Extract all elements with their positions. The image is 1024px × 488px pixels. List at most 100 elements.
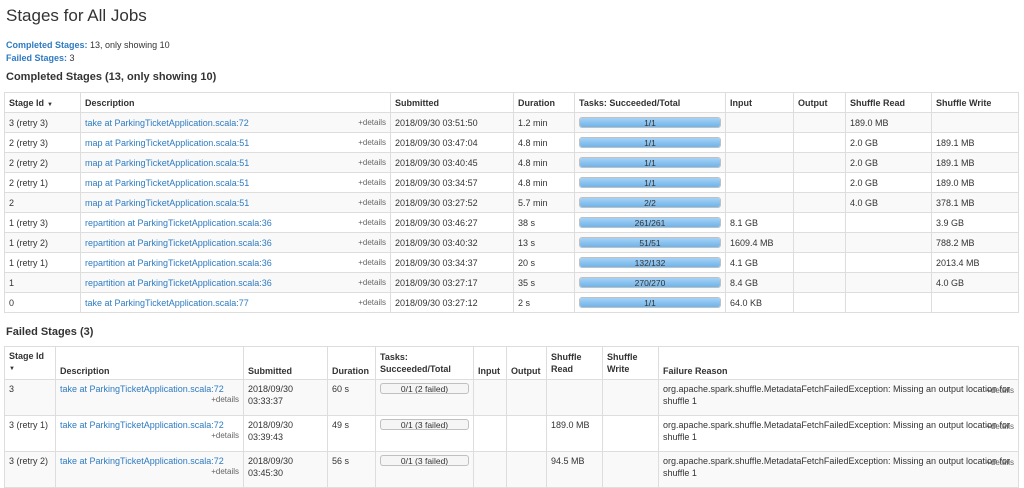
- description-cell: map at ParkingTicketApplication.scala:51…: [80, 152, 391, 173]
- details-toggle[interactable]: +details: [358, 218, 386, 227]
- task-progress-bar: 0/1 (3 failed): [380, 419, 469, 430]
- col-description[interactable]: Description: [80, 92, 391, 113]
- shuffle-write-cell: [602, 379, 659, 416]
- output-cell: [793, 152, 846, 173]
- submitted-cell: 2018/09/30 03:27:52: [390, 192, 514, 213]
- submitted-cell: 2018/09/30 03:46:27: [390, 212, 514, 233]
- shuffle-write-cell: [931, 112, 1019, 133]
- stage-summary: Completed Stages: 13, only showing 10 Fa…: [6, 39, 170, 65]
- duration-cell: 2 s: [513, 292, 575, 313]
- col-description[interactable]: Description: [55, 346, 244, 380]
- output-cell: [793, 172, 846, 193]
- tasks-cell: 2/2: [574, 192, 726, 213]
- details-toggle[interactable]: +details: [358, 298, 386, 307]
- failed-stages-count: 3: [69, 53, 75, 63]
- tasks-cell: 1/1: [574, 132, 726, 153]
- col-stage-id[interactable]: Stage Id ▼: [4, 92, 81, 113]
- completed-stages-count: 13, only showing 10: [90, 40, 170, 50]
- stage-description-link[interactable]: map at ParkingTicketApplication.scala:51: [85, 198, 249, 208]
- shuffle-read-cell: [845, 272, 932, 293]
- stage-description-link[interactable]: take at ParkingTicketApplication.scala:7…: [85, 118, 249, 128]
- failed-stages-table: Stage Id ▼ Description Submitted Duration…: [4, 346, 1019, 488]
- completed-stages-heading: Completed Stages (13, only showing 10): [6, 71, 217, 83]
- submitted-time: 03:33:37: [248, 396, 284, 406]
- details-toggle[interactable]: +details: [358, 138, 386, 147]
- completed-stages-link[interactable]: Completed Stages:: [6, 40, 88, 50]
- input-cell: 4.1 GB: [725, 252, 794, 273]
- task-progress-label: 1/1: [644, 178, 656, 188]
- stage-description-link[interactable]: repartition at ParkingTicketApplication.…: [85, 218, 272, 228]
- details-toggle[interactable]: +details: [60, 395, 239, 405]
- stage-description-link[interactable]: repartition at ParkingTicketApplication.…: [85, 238, 272, 248]
- input-cell: 8.4 GB: [725, 272, 794, 293]
- col-submitted[interactable]: Submitted: [243, 346, 328, 380]
- details-toggle[interactable]: +details: [358, 278, 386, 287]
- shuffle-write-cell: [602, 451, 659, 488]
- input-cell: [473, 415, 507, 452]
- details-toggle[interactable]: +details: [358, 198, 386, 207]
- details-toggle[interactable]: +details: [358, 238, 386, 247]
- col-failure-reason[interactable]: Failure Reason: [658, 346, 1019, 380]
- failure-reason-cell: org.apache.spark.shuffle.MetadataFetchFa…: [658, 451, 1019, 488]
- output-cell: [793, 112, 846, 133]
- shuffle-write-cell: 4.0 GB: [931, 272, 1019, 293]
- submitted-date: 2018/09/30: [248, 384, 294, 394]
- output-cell: [793, 232, 846, 253]
- stage-id-cell: 2 (retry 2): [4, 152, 81, 173]
- stage-description-link[interactable]: take at ParkingTicketApplication.scala:7…: [85, 298, 249, 308]
- stage-description-link[interactable]: map at ParkingTicketApplication.scala:51: [85, 158, 249, 168]
- stage-description-link[interactable]: take at ParkingTicketApplication.scala:7…: [60, 456, 224, 466]
- tasks-cell: 270/270: [574, 272, 726, 293]
- shuffle-write-cell: [602, 415, 659, 452]
- table-row: 0 take at ParkingTicketApplication.scala:…: [4, 292, 1019, 313]
- col-shuffle-read[interactable]: Shuffle Read: [845, 92, 932, 113]
- details-toggle[interactable]: +details: [358, 118, 386, 127]
- details-toggle[interactable]: +details: [358, 178, 386, 187]
- col-shuffle-read[interactable]: Shuffle Read: [546, 346, 603, 380]
- shuffle-read-cell: [845, 232, 932, 253]
- stage-description-link[interactable]: repartition at ParkingTicketApplication.…: [85, 258, 272, 268]
- description-cell: map at ParkingTicketApplication.scala:51…: [80, 192, 391, 213]
- stage-description-link[interactable]: take at ParkingTicketApplication.scala:7…: [60, 420, 224, 430]
- stage-description-link[interactable]: map at ParkingTicketApplication.scala:51: [85, 138, 249, 148]
- task-progress-bar: 1/1: [579, 117, 721, 128]
- submitted-date: 2018/09/30: [248, 420, 294, 430]
- details-toggle[interactable]: +details: [60, 467, 239, 477]
- col-shuffle-write[interactable]: Shuffle Write: [931, 92, 1019, 113]
- task-progress-label: 1/1: [644, 118, 656, 128]
- duration-cell: 4.8 min: [513, 152, 575, 173]
- col-duration[interactable]: Duration: [327, 346, 376, 380]
- col-shuffle-write[interactable]: Shuffle Write: [602, 346, 659, 380]
- col-output[interactable]: Output: [506, 346, 547, 380]
- col-submitted[interactable]: Submitted: [390, 92, 514, 113]
- stage-id-cell: 3 (retry 2): [4, 451, 56, 488]
- task-progress-bar: 0/1 (2 failed): [380, 383, 469, 394]
- table-row: 1 (retry 2) repartition at ParkingTicketA…: [4, 232, 1019, 253]
- shuffle-write-cell: 3.9 GB: [931, 212, 1019, 233]
- col-input[interactable]: Input: [725, 92, 794, 113]
- details-toggle[interactable]: +details: [60, 431, 239, 441]
- details-toggle[interactable]: +details: [358, 158, 386, 167]
- stage-description-link[interactable]: take at ParkingTicketApplication.scala:7…: [60, 384, 224, 394]
- col-input[interactable]: Input: [473, 346, 507, 380]
- stage-description-link[interactable]: map at ParkingTicketApplication.scala:51: [85, 178, 249, 188]
- shuffle-write-cell: 189.1 MB: [931, 132, 1019, 153]
- failed-stages-link[interactable]: Failed Stages:: [6, 53, 67, 63]
- col-output[interactable]: Output: [793, 92, 846, 113]
- col-tasks[interactable]: Tasks: Succeeded/Total: [574, 92, 726, 113]
- task-progress-label: 51/51: [639, 238, 661, 248]
- details-toggle[interactable]: +details: [358, 258, 386, 267]
- task-progress-label: 2/2: [644, 198, 656, 208]
- shuffle-read-cell: 4.0 GB: [845, 192, 932, 213]
- input-cell: [725, 112, 794, 133]
- task-progress-label: 1/1: [644, 138, 656, 148]
- stage-description-link[interactable]: repartition at ParkingTicketApplication.…: [85, 278, 272, 288]
- col-duration[interactable]: Duration: [513, 92, 575, 113]
- stages-page: Stages for All Jobs Completed Stages: 13…: [0, 0, 1024, 488]
- task-progress-bar: 1/1: [579, 157, 721, 168]
- sort-desc-icon: ▼: [47, 101, 53, 108]
- tasks-cell: 1/1: [574, 112, 726, 133]
- col-tasks[interactable]: Tasks: Succeeded/Total: [375, 346, 474, 380]
- task-progress-bar: 132/132: [579, 257, 721, 268]
- col-stage-id[interactable]: Stage Id ▼: [4, 346, 56, 380]
